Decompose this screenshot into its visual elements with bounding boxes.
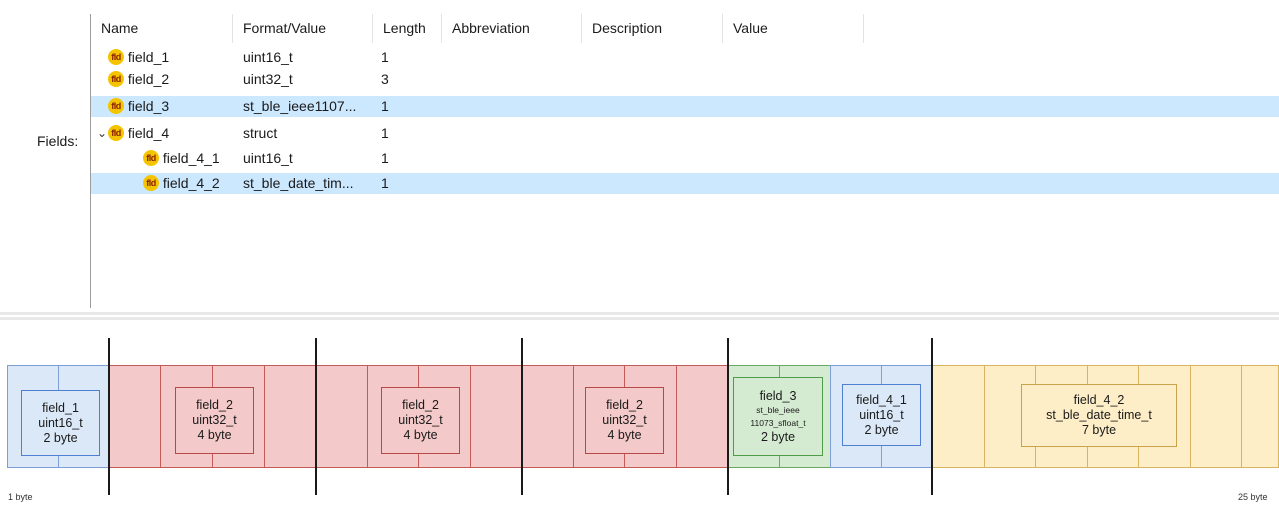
block-name: field_2 [402, 398, 439, 412]
word-separator [315, 338, 317, 495]
block-size: 4 byte [197, 428, 232, 442]
tree-row-field-2[interactable]: fld field_2 uint32_t 3 [91, 69, 1279, 90]
fields-label: Fields: [37, 133, 79, 149]
block-type: uint32_t [398, 413, 443, 427]
row-format: struct [243, 125, 278, 141]
row-length: 1 [381, 150, 389, 166]
tree-row-field-1[interactable]: fld field_1 uint16_t 1 [91, 47, 1279, 68]
scale-start-label: 1 byte [8, 492, 33, 502]
field-icon: fld [143, 149, 159, 166]
block-size: 2 byte [864, 422, 899, 437]
tree-header: Name Format/Value Length Abbreviation De… [91, 14, 1279, 43]
row-format: st_ble_date_tim... [243, 175, 354, 191]
block-name: field_2 [196, 398, 233, 412]
row-name: field_2 [127, 71, 170, 87]
column-format-value[interactable]: Format/Value [233, 14, 373, 43]
block-size: 4 byte [403, 428, 438, 442]
word-separator [727, 338, 729, 495]
block-field-2-a[interactable]: field_2 uint32_t 4 byte [175, 387, 254, 454]
block-type: st_ble_date_time_t [1046, 408, 1152, 422]
block-name: field_3 [759, 388, 797, 403]
tree-row-field-4-2[interactable]: fld field_4_2 st_ble_date_tim... 1 [91, 173, 1279, 194]
column-name[interactable]: Name [91, 14, 233, 43]
block-size: 2 byte [760, 429, 796, 444]
block-field-2-b[interactable]: field_2 uint32_t 4 byte [381, 387, 460, 454]
field-icon: fld [143, 174, 159, 191]
column-value[interactable]: Value [723, 14, 864, 43]
block-name: field_2 [606, 398, 643, 412]
chevron-down-icon[interactable]: ⌄ [97, 123, 107, 144]
block-name: field_4_2 [1073, 393, 1125, 407]
column-description[interactable]: Description [582, 14, 723, 43]
block-size: 7 byte [1081, 423, 1117, 437]
row-length: 1 [381, 125, 389, 141]
block-size: 4 byte [607, 428, 642, 442]
block-name: field_4_1 [856, 392, 907, 407]
word-separator [521, 338, 523, 495]
field-icon: fld [108, 48, 124, 65]
row-format: uint16_t [243, 150, 293, 166]
block-name: field_1 [42, 400, 79, 415]
block-type: uint32_t [192, 413, 237, 427]
block-type: uint32_t [602, 413, 647, 427]
block-field-4-1[interactable]: field_4_1 uint16_t 2 byte [842, 384, 921, 446]
scale-end-label: 25 byte [1238, 492, 1268, 502]
block-type: st_ble_ieee [756, 404, 800, 415]
row-name: field_3 [127, 98, 170, 114]
row-name: field_4_2 [162, 175, 220, 191]
row-name: field_1 [127, 49, 170, 65]
block-field-1[interactable]: field_1 uint16_t 2 byte [21, 390, 100, 456]
field-icon: fld [108, 97, 124, 114]
row-name: field_4 [127, 125, 170, 141]
block-field-2-c[interactable]: field_2 uint32_t 4 byte [585, 387, 664, 454]
tree-row-field-3[interactable]: fld field_3 st_ble_ieee1107... 1 [91, 96, 1279, 117]
row-name: field_4_1 [162, 150, 220, 166]
tree-row-field-4[interactable]: ⌄ fld field_4 struct 1 [91, 123, 1279, 144]
word-separator [108, 338, 110, 495]
row-length: 1 [381, 98, 389, 114]
row-length: 3 [381, 71, 389, 87]
block-type-cont: 11073_sfloat_t [750, 417, 806, 428]
block-size: 2 byte [43, 430, 78, 445]
row-format: uint16_t [243, 49, 293, 65]
column-abbreviation[interactable]: Abbreviation [442, 14, 582, 43]
row-format: st_ble_ieee1107... [243, 98, 357, 114]
column-length[interactable]: Length [373, 14, 442, 43]
word-separator [931, 338, 933, 495]
block-field-4-2[interactable]: field_4_2 st_ble_date_time_t 7 byte [1021, 384, 1177, 447]
row-length: 1 [381, 49, 389, 65]
block-type: uint16_t [38, 415, 83, 430]
block-type: uint16_t [859, 407, 904, 422]
field-icon: fld [108, 124, 124, 141]
byte-layout-diagram: field_1 uint16_t 2 byte field_2 uint32_t… [0, 338, 1279, 505]
row-length: 1 [381, 175, 389, 191]
fields-tree[interactable]: Name Format/Value Length Abbreviation De… [90, 14, 1279, 308]
tree-row-field-4-1[interactable]: fld field_4_1 uint16_t 1 [91, 148, 1279, 169]
field-icon: fld [108, 70, 124, 87]
panel-splitter[interactable] [0, 310, 1279, 322]
row-format: uint32_t [243, 71, 293, 87]
block-field-3[interactable]: field_3 st_ble_ieee 11073_sfloat_t 2 byt… [733, 377, 823, 456]
